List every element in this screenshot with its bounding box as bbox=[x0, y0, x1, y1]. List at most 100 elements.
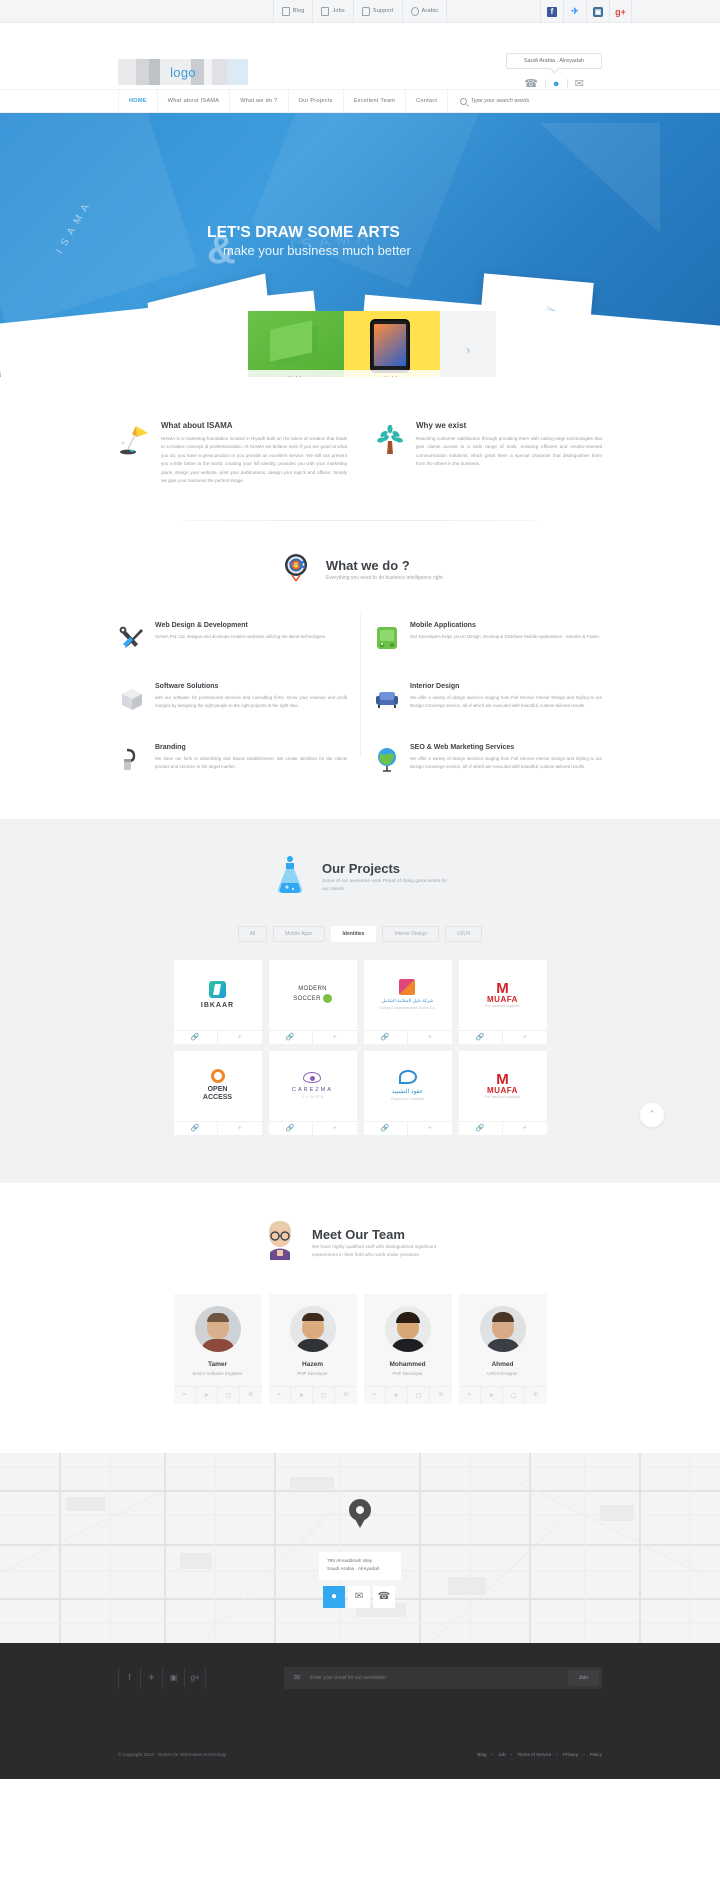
facebook-icon[interactable]: = bbox=[174, 1387, 195, 1404]
nav-item-home[interactable]: HOME bbox=[118, 90, 158, 112]
filter-ui-ux[interactable]: UI/UX bbox=[444, 925, 483, 942]
link-icon[interactable]: 🔗 bbox=[459, 1031, 503, 1044]
site-logo[interactable]: logo bbox=[118, 59, 248, 85]
twitter-icon[interactable]: ✈ bbox=[140, 1666, 162, 1689]
mobile-device-icon bbox=[373, 622, 401, 657]
search-input[interactable] bbox=[470, 98, 602, 104]
link-icon[interactable]: 🔗 bbox=[269, 1122, 313, 1135]
plus-icon[interactable]: + bbox=[312, 1121, 357, 1135]
team-member[interactable]: Tamer Senior Software Engineer = ➤ ▢ in bbox=[173, 1293, 262, 1409]
instagram-icon[interactable]: ▢ bbox=[217, 1386, 239, 1404]
link-icon[interactable]: 🔗 bbox=[174, 1031, 218, 1044]
team-member[interactable]: Hazem PHP Developer = ➤ ▢ in bbox=[268, 1293, 357, 1409]
map-email-button[interactable]: ✉ bbox=[348, 1585, 370, 1608]
thumb-like-bar[interactable]: ♡ Like bbox=[344, 370, 440, 377]
plus-icon[interactable]: + bbox=[502, 1030, 547, 1044]
team-member[interactable]: Mohammed PHP Developer = ➤ ▢ in bbox=[363, 1293, 452, 1409]
thumb-like-bar[interactable]: ♡ Like bbox=[248, 370, 344, 377]
instagram-icon[interactable]: ▣ bbox=[162, 1666, 184, 1689]
facebook-icon[interactable]: = bbox=[364, 1387, 385, 1404]
footer-link-job[interactable]: Job bbox=[498, 1752, 505, 1757]
hero-ampersand: & bbox=[207, 227, 236, 272]
link-icon[interactable]: 🔗 bbox=[364, 1031, 408, 1044]
google-plus-icon[interactable]: g+ bbox=[184, 1666, 206, 1689]
nav-item-what-about-isama[interactable]: What about ISAMA bbox=[158, 90, 231, 112]
about-column-why: Why we exist Reaching customer satisfact… bbox=[373, 421, 602, 486]
linkedin-icon[interactable]: in bbox=[524, 1386, 546, 1404]
linkedin-icon[interactable]: in bbox=[334, 1386, 356, 1404]
link-icon[interactable]: 🔗 bbox=[174, 1122, 218, 1135]
instagram-icon[interactable]: ▢ bbox=[502, 1386, 524, 1404]
ibkaar-mark-icon bbox=[208, 980, 226, 998]
link-icon[interactable]: 🔗 bbox=[459, 1122, 503, 1135]
footer-link-blog[interactable]: Blog bbox=[477, 1752, 486, 1757]
instagram-icon[interactable]: ▣ bbox=[586, 0, 609, 23]
footer-link-terms[interactable]: Terms of Service bbox=[517, 1752, 551, 1757]
facebook-icon[interactable]: f bbox=[118, 1666, 140, 1689]
plus-icon[interactable]: + bbox=[217, 1121, 262, 1135]
project-card[interactable]: M MUAFA For medical supplies 🔗 + bbox=[458, 959, 547, 1044]
hero-next-button[interactable]: › bbox=[440, 311, 496, 377]
facebook-icon[interactable]: = bbox=[459, 1387, 480, 1404]
nav-item-excellent-team[interactable]: Excellent Team bbox=[344, 90, 407, 112]
nav-item-our-projects[interactable]: Our Projects bbox=[289, 90, 344, 112]
twitter-icon[interactable]: ➤ bbox=[384, 1386, 407, 1404]
topbar-item-jobs[interactable]: Jobs bbox=[312, 0, 352, 23]
footer-link-policy[interactable]: Policy bbox=[590, 1752, 602, 1757]
project-card-actions: 🔗 + bbox=[173, 1029, 262, 1044]
linkedin-icon[interactable]: in bbox=[429, 1386, 451, 1404]
contact-map[interactable]: 795 Almaddinah Way Saudi Arabia . Alreya… bbox=[0, 1452, 720, 1643]
footer-link-privacy[interactable]: Privacy bbox=[563, 1752, 578, 1757]
filter-identities[interactable]: Identities bbox=[330, 925, 377, 942]
plus-icon[interactable]: + bbox=[217, 1030, 262, 1044]
scroll-to-top-button[interactable]: ⌃ bbox=[640, 1102, 664, 1127]
facebook-icon[interactable]: f bbox=[540, 0, 563, 23]
plus-icon[interactable]: + bbox=[312, 1030, 357, 1044]
newsletter-join-button[interactable]: Join bbox=[567, 1669, 599, 1686]
topbar-label: Blog bbox=[292, 8, 305, 14]
map-pin-icon bbox=[349, 1498, 371, 1529]
nav-item-what-we-do[interactable]: What we do ? bbox=[230, 90, 289, 112]
instagram-icon[interactable]: ▢ bbox=[407, 1386, 429, 1404]
newsletter-email-input[interactable] bbox=[310, 1674, 568, 1681]
google-plus-icon[interactable]: g+ bbox=[609, 0, 632, 23]
twitter-icon[interactable]: ➤ bbox=[289, 1386, 312, 1404]
service-interior-design: Interior Design We offer a variety of de… bbox=[373, 683, 602, 718]
link-icon[interactable]: 🔗 bbox=[364, 1122, 408, 1135]
twitter-icon[interactable]: ➤ bbox=[194, 1386, 217, 1404]
twitter-icon[interactable]: ➤ bbox=[479, 1386, 502, 1404]
map-phone-button[interactable]: ☎ bbox=[373, 1585, 395, 1608]
phone-icon[interactable]: ☎ bbox=[524, 77, 538, 90]
project-card[interactable]: CAREZMA C L I N I C A 🔗 + bbox=[268, 1050, 357, 1135]
map-location-button[interactable]: ● bbox=[323, 1585, 345, 1608]
link-icon[interactable]: 🔗 bbox=[269, 1031, 313, 1044]
filter-interior-design[interactable]: Interior Design bbox=[382, 925, 439, 942]
project-card[interactable]: M MUAFA For medical supplies 🔗 + bbox=[458, 1050, 547, 1135]
twitter-icon[interactable]: ✈ bbox=[563, 0, 586, 23]
topbar-item-arabic[interactable]: Arabic bbox=[401, 0, 448, 23]
filter-mobile-apps[interactable]: Mobile Apps bbox=[273, 925, 325, 942]
nav-search[interactable] bbox=[448, 90, 602, 112]
filter-all[interactable]: All bbox=[237, 925, 268, 942]
plus-icon[interactable]: + bbox=[502, 1121, 547, 1135]
hero-thumb-yellow[interactable]: ♡ Like bbox=[344, 311, 440, 377]
topbar-item-blog[interactable]: Blog bbox=[272, 0, 313, 23]
map-pin-icon[interactable]: ● bbox=[553, 78, 560, 90]
services-grid: Web Design & Development ISAMA Pvt. Ltd.… bbox=[0, 592, 720, 779]
plus-icon[interactable]: + bbox=[407, 1030, 452, 1044]
project-card[interactable]: شركة دليل السلامة الشامل Safety Comprehe… bbox=[363, 959, 452, 1044]
project-card[interactable]: IBKAAR 🔗 + bbox=[173, 959, 262, 1044]
facebook-icon[interactable]: = bbox=[269, 1387, 290, 1404]
project-card[interactable]: OPEN ACCESS 🔗 + bbox=[173, 1050, 262, 1135]
team-member[interactable]: Ahmed UX/UI Designer = ➤ ▢ in bbox=[458, 1293, 547, 1409]
envelope-icon[interactable]: ✉ bbox=[575, 77, 584, 90]
project-card[interactable]: عقود التشييد Ouqoud Al Tasheed 🔗 + bbox=[363, 1050, 452, 1135]
project-card[interactable]: MODERN SOCCER 🔗 + bbox=[268, 959, 357, 1044]
linkedin-icon[interactable]: in bbox=[239, 1386, 261, 1404]
topbar-item-support[interactable]: Support bbox=[352, 0, 402, 23]
instagram-icon[interactable]: ▢ bbox=[312, 1386, 334, 1404]
plus-icon[interactable]: + bbox=[407, 1121, 452, 1135]
chat-icon bbox=[361, 6, 370, 16]
hero-thumb-green[interactable]: ♡ Like bbox=[248, 311, 344, 377]
nav-item-contact[interactable]: Contact bbox=[406, 90, 449, 112]
